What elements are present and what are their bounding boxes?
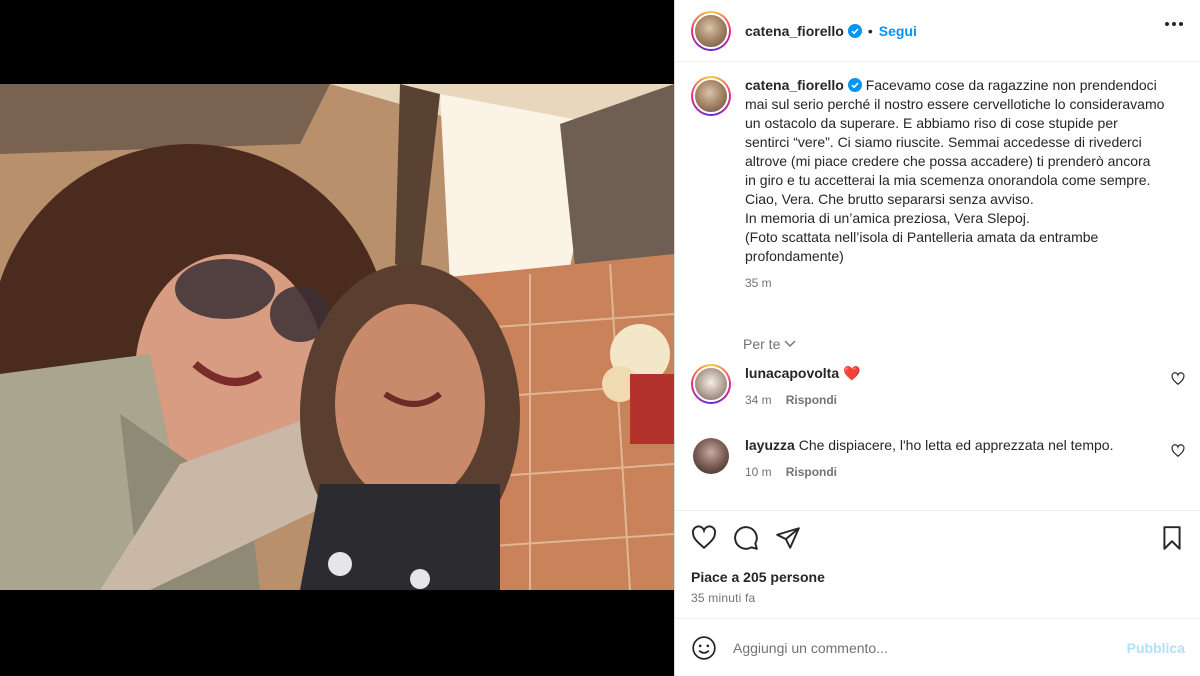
reply-button[interactable]: Rispondi (786, 391, 837, 410)
likes-count[interactable]: Piace a 205 persone (691, 569, 825, 585)
post-side-panel: catena_fiorello • Segui catena_fiorello … (674, 0, 1200, 676)
caption-timestamp: 35 m (745, 276, 772, 290)
commenter-avatar[interactable] (691, 436, 731, 476)
verified-badge-icon (847, 78, 862, 92)
comment-input[interactable] (733, 639, 1127, 656)
caption-text: catena_fiorello Facevamo cose da ragazzi… (745, 76, 1165, 266)
comment-timestamp: 10 m (745, 465, 772, 479)
commenter-username[interactable]: layuzza (745, 437, 795, 453)
caption: catena_fiorello Facevamo cose da ragazzi… (691, 76, 1185, 293)
commenter-username[interactable]: lunacapovolta (745, 365, 839, 381)
caption-content: Facevamo cose da ragazzine non prendendo… (745, 77, 1165, 264)
like-heart-icon[interactable] (691, 525, 717, 551)
author-avatar[interactable] (691, 10, 731, 51)
comment-item: lunacapovolta ❤️ 34 m Rispondi (691, 364, 1185, 410)
post-header: catena_fiorello • Segui (675, 0, 1200, 62)
like-comment-heart-icon[interactable] (1171, 444, 1185, 458)
comment-text: Che dispiacere, l'ho letta ed apprezzata… (798, 437, 1114, 453)
comment-text: ❤️ (843, 365, 861, 381)
post-photo[interactable] (0, 84, 674, 590)
emoji-icon[interactable] (691, 635, 717, 661)
reply-button[interactable]: Rispondi (786, 463, 837, 482)
follow-button[interactable]: Segui (879, 23, 917, 39)
for-you-label: Per te (743, 336, 781, 352)
separator-dot: • (867, 22, 873, 39)
verified-badge-icon (847, 23, 862, 38)
commenter-avatar[interactable] (691, 364, 731, 404)
for-you-toggle[interactable]: Per te (743, 336, 796, 352)
add-comment-bar: Pubblica (675, 618, 1200, 676)
caption-author-avatar[interactable] (691, 76, 731, 116)
comment-item: layuzza Che dispiacere, l'ho letta ed ap… (691, 436, 1185, 482)
post-actions: Piace a 205 persone 35 minuti fa (675, 510, 1200, 618)
comment-bubble-icon[interactable] (733, 525, 759, 551)
publish-button[interactable]: Pubblica (1127, 640, 1185, 656)
share-send-icon[interactable] (775, 525, 801, 551)
comment-timestamp: 34 m (745, 393, 772, 407)
more-options-icon[interactable] (1165, 22, 1183, 26)
bookmark-save-icon[interactable] (1159, 525, 1185, 551)
selfie-illustration (0, 84, 674, 590)
post-timestamp: 35 minuti fa (691, 591, 756, 605)
chevron-down-icon (784, 340, 796, 347)
caption-username[interactable]: catena_fiorello (745, 77, 844, 93)
author-username[interactable]: catena_fiorello (745, 23, 844, 39)
like-comment-heart-icon[interactable] (1171, 372, 1185, 386)
post-media (0, 0, 674, 676)
comments-list[interactable]: catena_fiorello Facevamo cose da ragazzi… (675, 62, 1200, 510)
